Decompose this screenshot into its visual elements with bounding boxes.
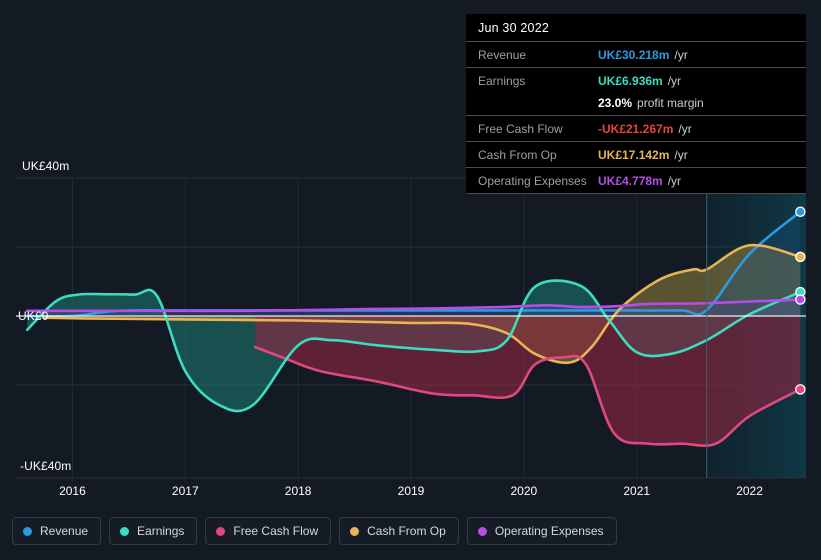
x-axis-tick-2017: 2017: [171, 484, 199, 498]
x-axis-tick-2019: 2019: [397, 484, 425, 498]
tooltip-rows: Revenue UK£30.218m/yr Earnings UK£6.936m/yr…: [466, 41, 806, 193]
tooltip-row-value: UK£6.936m: [598, 73, 663, 88]
x-axis-tick-2021: 2021: [623, 484, 651, 498]
tooltip-row-suffix: profit margin: [637, 95, 704, 110]
tooltip-row-label: Cash From Op: [478, 147, 557, 162]
tooltip-row-suffix: /yr: [674, 47, 688, 62]
tooltip-footer-rule: [466, 193, 806, 194]
x-axis-tick-2020: 2020: [510, 484, 538, 498]
y-axis-label-zero: UK£0: [18, 309, 49, 323]
tooltip-row-value: -UK£21.267m: [598, 121, 674, 136]
series-endpoint-free-cash-flow[interactable]: [795, 384, 806, 395]
tooltip-row-suffix: /yr: [678, 121, 692, 136]
legend-color-dot-icon: [216, 526, 226, 536]
tooltip-date: Jun 30 2022: [478, 21, 550, 35]
tooltip-row: Cash From Op UK£17.142m/yr: [466, 141, 806, 167]
y-axis-label-top: UK£40m: [22, 159, 70, 173]
tooltip-row: 23.0% profit margin: [466, 93, 806, 115]
legend-item-label: Revenue: [40, 524, 89, 538]
series-endpoint-operating-expenses[interactable]: [795, 294, 806, 305]
chart-tooltip: Jun 30 2022 Revenue UK£30.218m/yr Earnings…: [466, 14, 806, 194]
tooltip-row-value: UK£4.778m: [598, 173, 663, 188]
tooltip-row-label: Revenue: [478, 47, 527, 62]
legend-item-label: Cash From Op: [367, 524, 446, 538]
tooltip-row-label: Operating Expenses: [478, 173, 587, 188]
legend-color-dot-icon: [477, 526, 487, 536]
legend-color-dot-icon: [23, 526, 32, 536]
x-axis-tick-2022: 2022: [736, 484, 763, 498]
tooltip-row-suffix: /yr: [674, 147, 688, 162]
endpoint-marker[interactable]: [795, 384, 806, 395]
endpoint-marker[interactable]: [795, 251, 806, 263]
endpoint-marker[interactable]: [795, 206, 806, 217]
series-endpoint-cash-from-op[interactable]: [795, 251, 806, 263]
x-axis-tick-2016: 2016: [59, 484, 86, 498]
series-endpoint-revenue[interactable]: [795, 206, 806, 217]
chart-legend[interactable]: Revenue Earnings Free Cash Flow Cash From O…: [12, 517, 617, 545]
x-axis-tick-2018: 2018: [284, 484, 312, 498]
legend-item-free-cash-flow[interactable]: Free Cash Flow: [205, 517, 332, 545]
legend-item-label: Operating Expenses: [494, 524, 604, 538]
legend-item-earnings[interactable]: Earnings: [109, 517, 198, 545]
tooltip-row-suffix: /yr: [667, 73, 682, 88]
tooltip-row-suffix: /yr: [667, 173, 682, 188]
tooltip-row-value: 23.0%: [598, 95, 633, 110]
legend-color-dot-icon: [120, 526, 130, 536]
tooltip-row: Free Cash Flow -UK£21.267m/yr: [466, 115, 806, 141]
tooltip-row-label: Free Cash Flow: [478, 121, 563, 136]
tooltip-row-value: UK£30.218m: [598, 47, 670, 62]
legend-color-dot-icon: [350, 526, 360, 536]
legend-item-label: Earnings: [137, 524, 185, 538]
tooltip-row-value: UK£17.142m: [598, 147, 670, 162]
tooltip-row-label: Earnings: [478, 73, 526, 88]
endpoint-marker[interactable]: [795, 294, 806, 305]
legend-item-operating-expenses[interactable]: Operating Expenses: [466, 517, 617, 545]
legend-item-revenue[interactable]: Revenue: [12, 517, 102, 545]
tooltip-row: Operating Expenses UK£4.778m/yr: [466, 167, 806, 193]
financial-chart: UK£40m UK£0 -UK£40m 2016 2017 2018 2019 2020…: [0, 0, 821, 560]
legend-item-cash-from-op[interactable]: Cash From Op: [339, 517, 459, 545]
legend-item-label: Free Cash Flow: [233, 524, 319, 538]
tooltip-row: Earnings UK£6.936m/yr: [466, 67, 806, 93]
tooltip-row: Revenue UK£30.218m/yr: [466, 41, 806, 67]
y-axis-label-bottom: -UK£40m: [20, 459, 72, 473]
